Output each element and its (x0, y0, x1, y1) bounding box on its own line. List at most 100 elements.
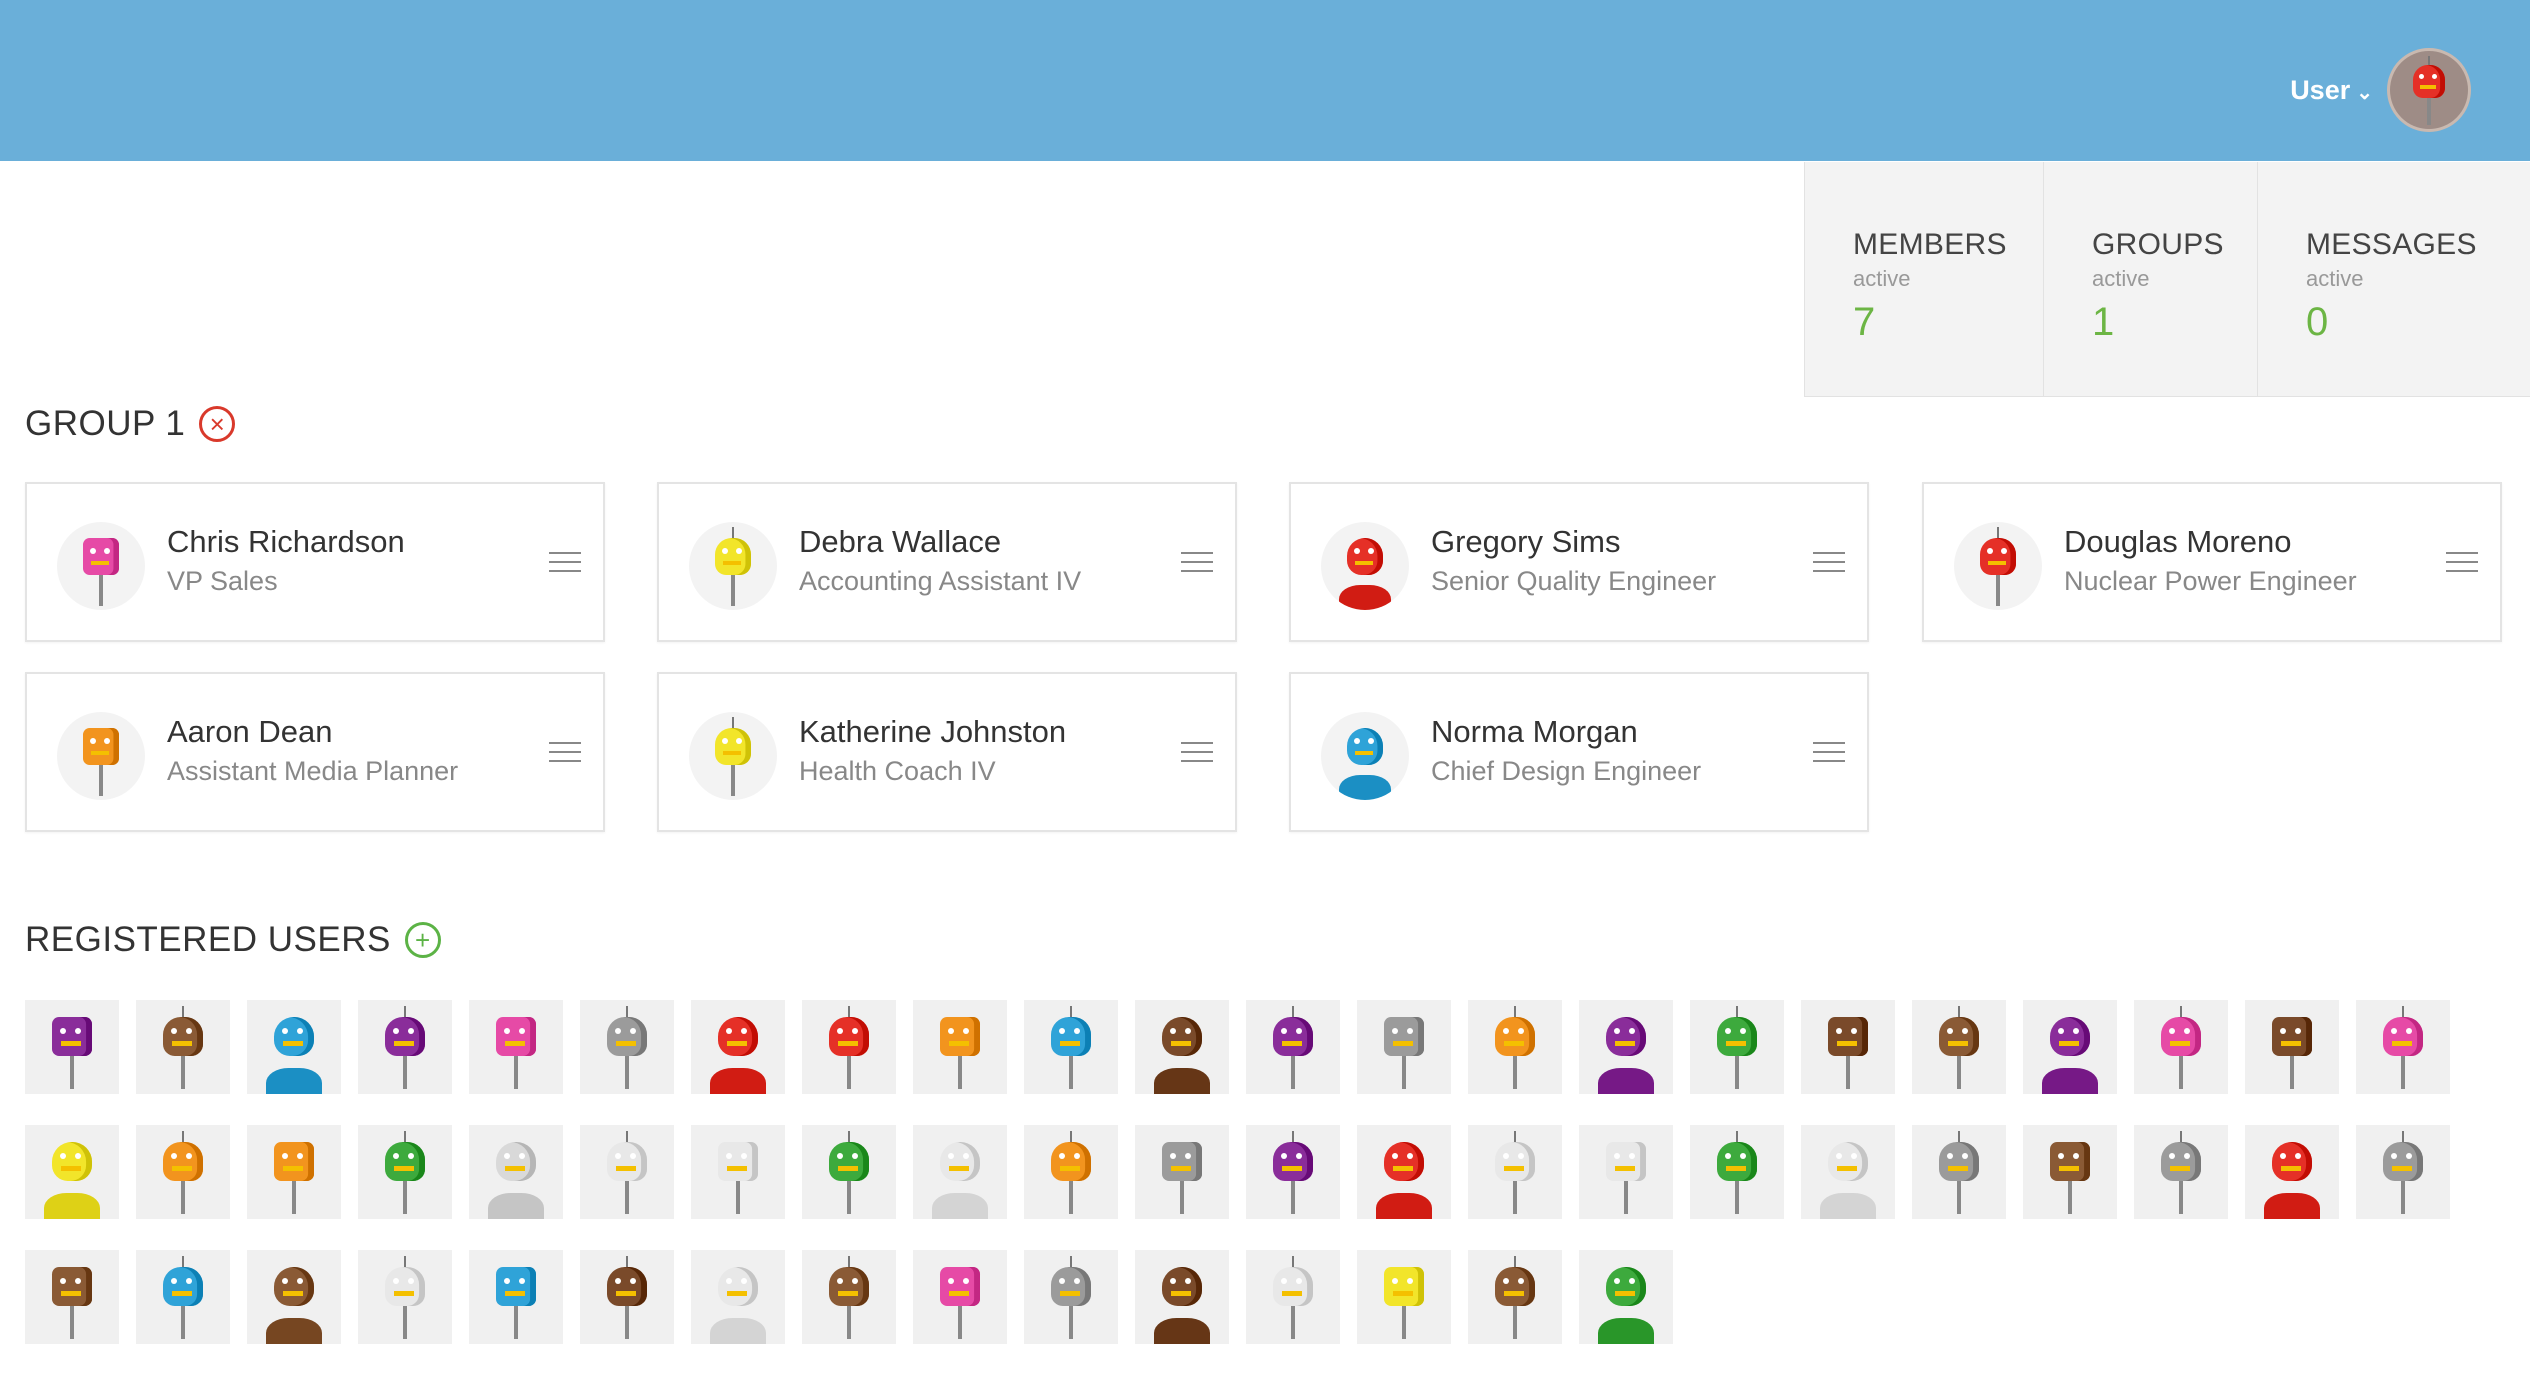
registered-user-avatar[interactable] (1246, 1250, 1340, 1344)
registered-user-avatar[interactable] (1246, 1000, 1340, 1094)
registered-user-avatar[interactable] (1690, 1125, 1784, 1219)
member-card[interactable]: Katherine Johnston Health Coach IV (657, 672, 1237, 832)
registered-user-avatar[interactable] (1579, 1125, 1673, 1219)
registered-user-avatar[interactable] (136, 1000, 230, 1094)
stat-members: MEMBERS active 7 (1805, 162, 2044, 396)
registered-user-avatar[interactable] (358, 1250, 452, 1344)
robot-avatar-icon (1246, 1000, 1340, 1094)
registered-user-avatar[interactable] (691, 1125, 785, 1219)
robot-avatar-icon (1579, 1000, 1673, 1094)
registered-user-avatar[interactable] (2023, 1125, 2117, 1219)
registered-user-avatar[interactable] (802, 1125, 896, 1219)
registered-user-avatar[interactable] (25, 1250, 119, 1344)
registered-user-avatar[interactable] (802, 1000, 896, 1094)
registered-user-avatar[interactable] (1912, 1125, 2006, 1219)
registered-user-avatar[interactable] (25, 1125, 119, 1219)
registered-user-avatar[interactable] (1135, 1000, 1229, 1094)
registered-user-avatar[interactable] (580, 1000, 674, 1094)
robot-avatar-icon (1690, 1125, 1784, 1219)
robot-avatar-icon (358, 1250, 452, 1344)
registered-user-avatar[interactable] (1801, 1125, 1895, 1219)
registered-user-avatar[interactable] (691, 1000, 785, 1094)
registered-user-avatar[interactable] (580, 1125, 674, 1219)
registered-user-avatar[interactable] (358, 1125, 452, 1219)
hamburger-menu-icon[interactable] (2446, 552, 2478, 574)
user-menu[interactable]: User ⌄ (2290, 48, 2471, 132)
registered-user-avatar[interactable] (1579, 1000, 1673, 1094)
hamburger-menu-icon[interactable] (549, 552, 581, 574)
robot-avatar-icon (247, 1250, 341, 1344)
robot-avatar-icon (1135, 1125, 1229, 1219)
add-circle-icon[interactable]: + (404, 922, 441, 958)
registered-user-avatar[interactable] (136, 1250, 230, 1344)
hamburger-menu-icon[interactable] (1813, 552, 1845, 574)
robot-avatar-icon (580, 1125, 674, 1219)
registered-user-avatar[interactable] (247, 1000, 341, 1094)
robot-avatar-icon (136, 1250, 230, 1344)
registered-user-avatar[interactable] (1690, 1000, 1784, 1094)
registered-user-avatar[interactable] (2245, 1125, 2339, 1219)
registered-user-avatar[interactable] (1246, 1125, 1340, 1219)
registered-user-avatar[interactable] (1357, 1125, 1451, 1219)
registered-user-avatar[interactable] (1357, 1250, 1451, 1344)
member-card[interactable]: Aaron Dean Assistant Media Planner (25, 672, 605, 832)
user-avatar[interactable] (2387, 48, 2471, 132)
registered-user-avatar[interactable] (1468, 1250, 1562, 1344)
registered-user-avatar[interactable] (1912, 1000, 2006, 1094)
registered-user-avatar[interactable] (1024, 1125, 1118, 1219)
member-avatar (689, 522, 777, 610)
registered-user-avatar[interactable] (1579, 1250, 1673, 1344)
robot-avatar-icon (358, 1125, 452, 1219)
registered-user-avatar[interactable] (247, 1250, 341, 1344)
hamburger-menu-icon[interactable] (1181, 552, 1213, 574)
registered-user-avatar[interactable] (2023, 1000, 2117, 1094)
registered-user-avatar[interactable] (913, 1250, 1007, 1344)
registered-user-avatar[interactable] (691, 1250, 785, 1344)
registered-user-avatar[interactable] (25, 1000, 119, 1094)
registered-user-avatar[interactable] (358, 1000, 452, 1094)
user-menu-label[interactable]: User ⌄ (2290, 75, 2373, 106)
registered-user-avatar[interactable] (2356, 1125, 2450, 1219)
member-card[interactable]: Douglas Moreno Nuclear Power Engineer (1922, 482, 2502, 642)
registered-user-avatar[interactable] (247, 1125, 341, 1219)
registered-user-avatar[interactable] (2356, 1000, 2450, 1094)
registered-user-avatar[interactable] (1135, 1125, 1229, 1219)
registered-user-avatar[interactable] (1135, 1250, 1229, 1344)
registered-user-avatar[interactable] (469, 1000, 563, 1094)
robot-avatar-icon (247, 1000, 341, 1094)
registered-user-avatar[interactable] (802, 1250, 896, 1344)
member-card[interactable]: Debra Wallace Accounting Assistant IV (657, 482, 1237, 642)
hamburger-menu-icon[interactable] (549, 742, 581, 764)
robot-avatar-icon (2356, 1000, 2450, 1094)
registered-user-avatar[interactable] (1468, 1125, 1562, 1219)
registered-user-avatar[interactable] (913, 1000, 1007, 1094)
registered-user-avatar[interactable] (2245, 1000, 2339, 1094)
group-title-text: GROUP 1 (25, 404, 186, 443)
registered-user-avatar[interactable] (1024, 1000, 1118, 1094)
top-header: User ⌄ (0, 0, 2530, 161)
registered-user-avatar[interactable] (469, 1250, 563, 1344)
robot-avatar-icon (469, 1250, 563, 1344)
registered-user-avatar[interactable] (2134, 1125, 2228, 1219)
stat-label: MESSAGES (2306, 228, 2477, 261)
hamburger-menu-icon[interactable] (1181, 742, 1213, 764)
registered-user-avatar[interactable] (136, 1125, 230, 1219)
registered-users-title-text: REGISTERED USERS (25, 920, 391, 959)
registered-user-avatar[interactable] (1468, 1000, 1562, 1094)
registered-user-avatar[interactable] (469, 1125, 563, 1219)
registered-user-avatar[interactable] (1024, 1250, 1118, 1344)
remove-circle-icon[interactable]: × (199, 406, 236, 442)
registered-user-avatar[interactable] (2134, 1000, 2228, 1094)
member-card[interactable]: Norma Morgan Chief Design Engineer (1289, 672, 1869, 832)
robot-avatar-icon (469, 1125, 563, 1219)
registered-user-avatar[interactable] (580, 1250, 674, 1344)
group-title: GROUP 1 × (25, 404, 236, 444)
registered-users-title: REGISTERED USERS + (25, 920, 441, 960)
member-role: VP Sales (167, 566, 278, 596)
registered-user-avatar[interactable] (1801, 1000, 1895, 1094)
member-card[interactable]: Chris Richardson VP Sales (25, 482, 605, 642)
member-card[interactable]: Gregory Sims Senior Quality Engineer (1289, 482, 1869, 642)
hamburger-menu-icon[interactable] (1813, 742, 1845, 764)
registered-user-avatar[interactable] (1357, 1000, 1451, 1094)
registered-user-avatar[interactable] (913, 1125, 1007, 1219)
